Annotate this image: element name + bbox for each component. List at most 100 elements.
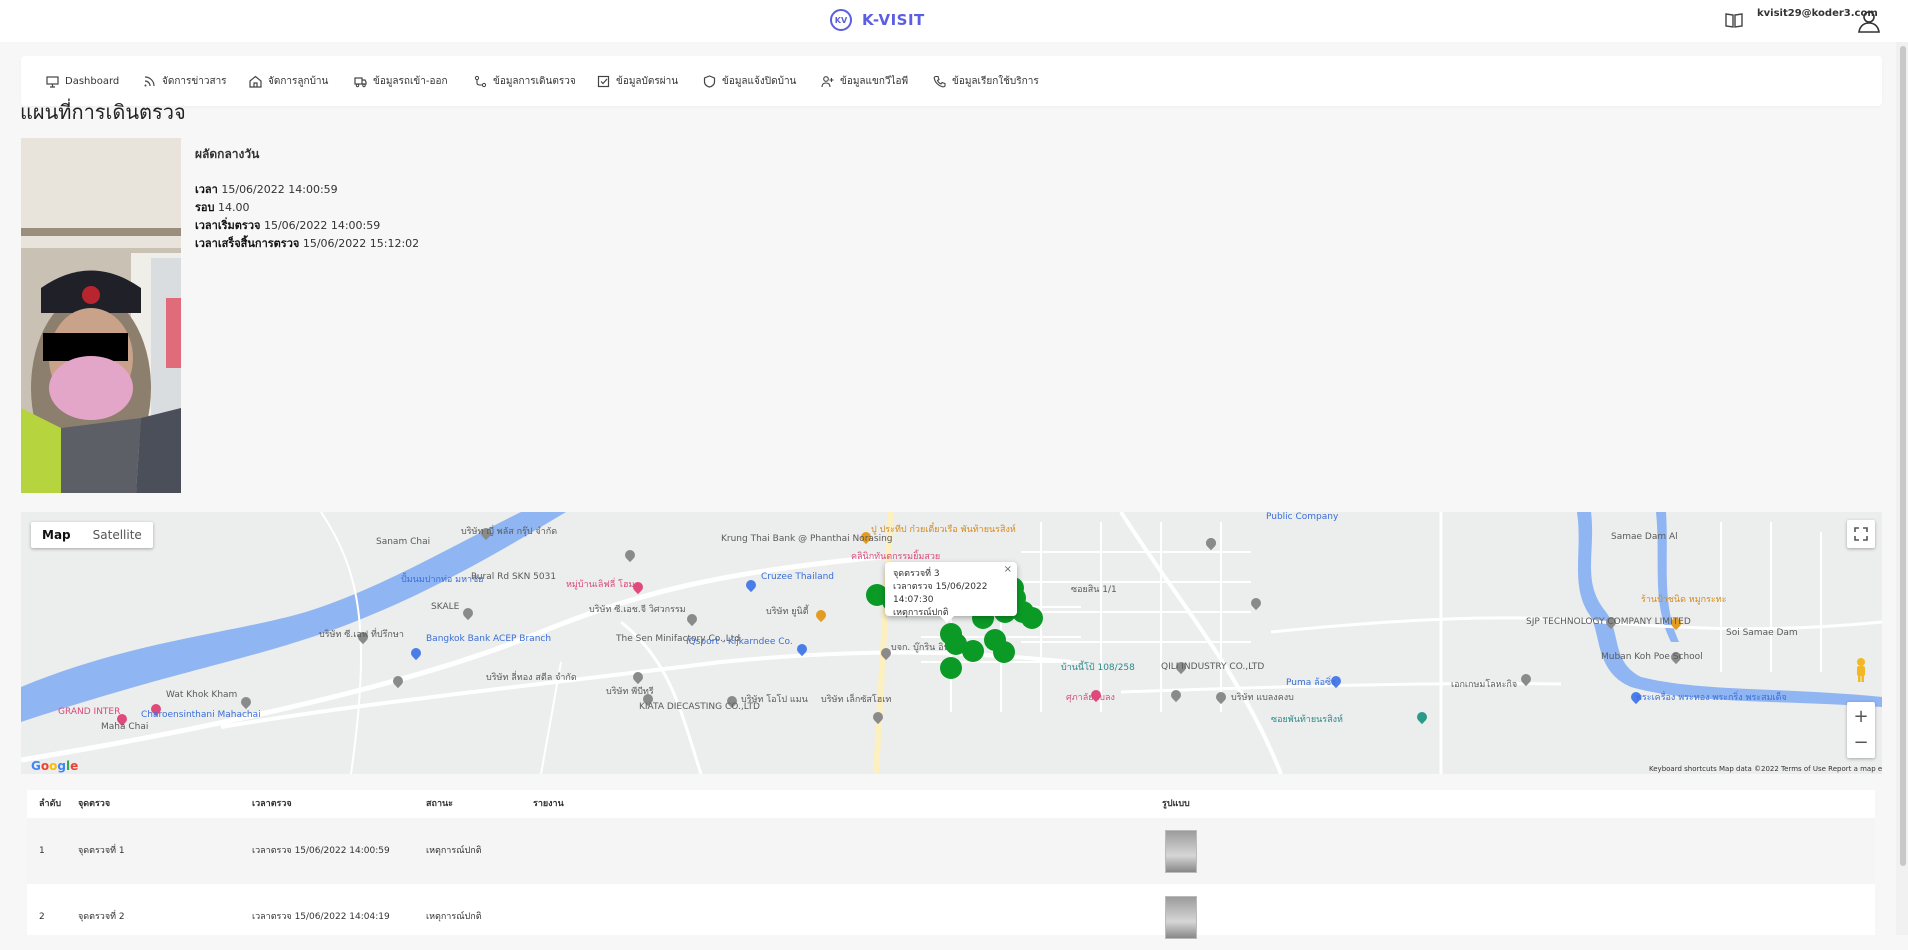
map-place-label[interactable]: Samae Dam Al — [1611, 532, 1678, 542]
map-type-map-button[interactable]: Map — [31, 522, 82, 548]
nav-item-vip-guests[interactable]: ข้อมูลแขกวีไอพี — [821, 56, 908, 106]
table-row[interactable]: 1 จุดตรวจที่ 1 เวลาตรวจ 15/06/2022 14:00… — [27, 818, 1875, 884]
patrol-point-marker[interactable] — [993, 641, 1015, 663]
patrol-point-marker[interactable] — [1021, 607, 1043, 629]
map-place-label[interactable]: Maha Chai — [101, 722, 148, 732]
nav-item-residents[interactable]: จัดการลูกบ้าน — [249, 56, 328, 106]
info-time-value: 15/06/2022 14:00:59 — [221, 183, 338, 196]
cell-no: 1 — [39, 846, 45, 856]
map-place-label[interactable]: Charoensinthani Mahachai — [141, 710, 261, 720]
map-place-label[interactable]: Puma ล้อซิ่ง — [1286, 675, 1336, 689]
fullscreen-button[interactable] — [1847, 520, 1875, 548]
map-place-label[interactable]: บริษัท พีบีทรี — [606, 684, 654, 698]
nav-item-label: ข้อมูลแขกวีไอพี — [840, 75, 909, 87]
col-header-image: รูปแบบ — [1162, 799, 1190, 809]
nav-item-passes[interactable]: ข้อมูลบัตรผ่าน — [597, 56, 678, 106]
map-place-label[interactable]: IQsport - Kijkarndee Co. — [686, 637, 793, 647]
row-thumbnail[interactable] — [1165, 830, 1197, 873]
pegman-icon[interactable] — [1852, 657, 1870, 687]
nav-item-label: ข้อมูลแจ้งปิดบ้าน — [722, 75, 797, 87]
map-place-label[interactable]: เอกเกษมโลหะกิจ — [1451, 677, 1517, 691]
map-place-label[interactable]: SKALE — [431, 602, 459, 612]
map-type-satellite-button[interactable]: Satellite — [82, 522, 153, 548]
marker-info-window: × จุดตรวจที่ 3 เวลาตรวจ 15/06/2022 14:07… — [885, 562, 1017, 623]
shield-icon — [703, 74, 716, 88]
map-place-label[interactable]: Public Company — [1266, 512, 1338, 522]
cell-time: เวลาตรวจ 15/06/2022 14:04:19 — [252, 912, 390, 922]
map-place-label[interactable]: Rural Rd SKN 5031 — [471, 572, 556, 582]
info-time-label: เวลา — [195, 183, 218, 196]
info-window-point: จุดตรวจที่ 3 — [893, 569, 940, 579]
info-window-time: เวลาตรวจ 15/06/2022 14:07:30 — [893, 582, 988, 605]
info-end: เวลาเสร็จสิ้นการตรวจ 15/06/2022 15:12:02 — [195, 235, 419, 253]
map-place-label[interactable]: Cruzee Thailand — [761, 572, 834, 582]
map-place-label[interactable]: Wat Khok Kham — [166, 690, 237, 700]
nav-item-patrol[interactable]: ข้อมูลการเดินตรวจ — [474, 56, 576, 106]
map-place-label[interactable]: Bangkok Bank ACEP Branch — [426, 634, 551, 644]
map-place-label[interactable]: ปู ประทีป ก๋วยเตี๋ยวเรือ พันท้ายนรสิงห์ — [871, 522, 1016, 536]
col-header-time: เวลาตรวจ — [252, 799, 292, 809]
page-scrollbar-thumb[interactable] — [1900, 46, 1906, 866]
cell-time: เวลาตรวจ 15/06/2022 14:00:59 — [252, 846, 390, 856]
map-place-label[interactable]: Sanam Chai — [376, 537, 430, 547]
map-place-label[interactable]: หมู่บ้านเลิฟลี่ โฮม — [566, 577, 634, 591]
map-place-label[interactable]: ศุภาลัยแบลง — [1066, 690, 1115, 704]
map-place-label[interactable]: Muban Koh Poe School — [1601, 652, 1703, 662]
patrol-point-marker[interactable] — [962, 640, 984, 662]
rss-icon — [144, 75, 155, 86]
row-thumbnail[interactable] — [1165, 896, 1197, 939]
map-place-label[interactable]: QILI INDUSTRY CO.,LTD — [1161, 662, 1264, 672]
info-window-status: เหตุการณ์ปกติ — [893, 608, 949, 618]
google-logo[interactable]: Google — [31, 759, 78, 773]
nav-item-vehicles[interactable]: ข้อมูลรถเข้า-ออก — [354, 56, 448, 106]
nav-item-service-calls[interactable]: ข้อมูลเรียกใช้บริการ — [933, 56, 1039, 106]
brand-logo: KV — [830, 9, 852, 31]
info-start-value: 15/06/2022 14:00:59 — [263, 219, 381, 232]
patrol-point-marker[interactable] — [940, 657, 962, 679]
zoom-out-button[interactable]: − — [1853, 730, 1868, 756]
map-place-label[interactable]: Krung Thai Bank @ Phanthai Norasing — [721, 534, 893, 544]
brand-name: K-VISIT — [862, 11, 925, 29]
nav-item-news[interactable]: จัดการข่าวสาร — [143, 56, 227, 106]
map-place-label[interactable]: บริษัท ซี.เอฟ ที่ปรึกษา — [319, 627, 404, 641]
close-icon[interactable]: × — [1004, 563, 1012, 576]
map-place-label[interactable]: บริษัท ซี.เอช.จี วิศวกรรม — [589, 602, 686, 616]
user-icon[interactable] — [1856, 8, 1882, 34]
map-place-label[interactable]: บริษัท โอโป แมน — [741, 692, 808, 706]
info-start-label: เวลาเริ่มตรวจ — [195, 219, 261, 232]
map-place-label[interactable]: พระเครื่อง พระทอง พระกริ่ง พระสมเด็จ — [1636, 690, 1787, 704]
brand[interactable]: KV K-VISIT — [830, 9, 925, 31]
map-place-label[interactable]: Soi Samae Dam — [1726, 628, 1798, 638]
map-place-label[interactable]: ซอยพันท้ายนรสิงห์ — [1271, 712, 1343, 726]
map-attribution[interactable]: Keyboard shortcuts Map data ©2022 Terms … — [1649, 765, 1882, 773]
zoom-in-button[interactable]: + — [1853, 704, 1868, 730]
map-place-label[interactable]: ร้านป้าชนิด หมูกระทะ — [1641, 592, 1727, 606]
map-place-label[interactable]: บริษัท ลี่ทอง สตีล จำกัด — [486, 670, 577, 684]
nav-item-label: ข้อมูลการเดินตรวจ — [493, 75, 576, 87]
zoom-control: + − — [1847, 702, 1875, 758]
map-place-label[interactable]: บริษัท ยูนิตี้ — [766, 604, 809, 618]
map-place-label[interactable]: GRAND INTER — [58, 707, 120, 717]
patrol-photo[interactable] — [21, 138, 181, 493]
nav-item-label: ข้อมูลรถเข้า-ออก — [373, 75, 448, 87]
book-icon[interactable] — [1725, 12, 1743, 28]
info-round: รอบ 14.00 — [195, 199, 419, 217]
map-place-label[interactable]: SJP TECHNOLOGY COMPANY LIMITED — [1526, 617, 1691, 627]
map-place-label[interactable]: บริษัท เล็กซัสโฮเท — [821, 692, 891, 706]
cell-status: เหตุการณ์ปกติ — [426, 912, 482, 922]
patrol-map[interactable]: Sanam Chai Maha Chai บริษัท ญี่ พลัส กรุ๊ป… — [21, 512, 1882, 774]
map-place-label[interactable]: บริษัท แบลงคงบ — [1231, 690, 1294, 704]
nav-item-dashboard[interactable]: Dashboard — [46, 56, 119, 106]
top-header: KV K-VISIT kvisit29@koder3.com — [0, 0, 1908, 42]
nav-item-label: จัดการข่าวสาร — [162, 75, 227, 87]
nav-item-label: จัดการลูกบ้าน — [268, 75, 329, 87]
info-end-label: เวลาเสร็จสิ้นการตรวจ — [195, 237, 300, 250]
nav-item-house-closure[interactable]: ข้อมูลแจ้งปิดบ้าน — [703, 56, 796, 106]
info-round-label: รอบ — [195, 201, 215, 214]
map-place-label[interactable]: บ้านนี้โป้ 108/258 — [1061, 660, 1135, 674]
map-place-label[interactable]: คลินิกทันตกรรมยิ้มสวย — [851, 549, 940, 563]
table-row[interactable]: 2 จุดตรวจที่ 2 เวลาตรวจ 15/06/2022 14:04… — [27, 884, 1875, 950]
map-place-label[interactable]: บริษัท ญี่ พลัส กรุ๊ป จำกัด — [461, 524, 557, 538]
info-start: เวลาเริ่มตรวจ 15/06/2022 14:00:59 — [195, 217, 419, 235]
map-place-label[interactable]: ซอยสิน 1/1 — [1071, 582, 1117, 596]
